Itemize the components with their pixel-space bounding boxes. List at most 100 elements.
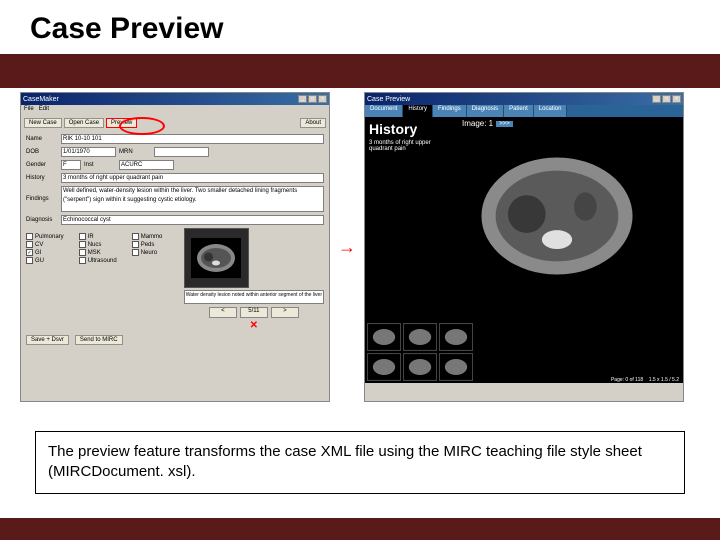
close-button[interactable]: × — [318, 95, 327, 103]
next-button[interactable]: >>> — [496, 121, 513, 127]
history-field[interactable]: 3 months of right upper quadrant pain — [61, 173, 324, 183]
caption-text: The preview feature transforms the case … — [48, 443, 642, 480]
minimize-button[interactable]: _ — [652, 95, 661, 103]
tab-document[interactable]: Document — [365, 105, 403, 117]
ct-scan-main — [462, 131, 652, 301]
check-grid: Pulmonary CV ✓GI GU IR Nucs MSK Ultrasou… — [26, 233, 181, 264]
menubar: File Edit — [21, 105, 329, 115]
name-field[interactable]: RIK 10-10 101 — [61, 134, 324, 144]
checkbox-mammo[interactable] — [132, 233, 139, 240]
dob-field[interactable]: 1/01/1970 — [61, 147, 116, 157]
checkbox-gi[interactable]: ✓ — [26, 249, 33, 256]
strip-thumb[interactable] — [367, 353, 401, 381]
check-col-2: IR Nucs MSK Ultrasound — [79, 233, 117, 264]
form-area: Name RIK 10-10 101 DOB 1/01/1970 MRN Gen… — [21, 131, 329, 348]
dob-label: DOB — [26, 149, 58, 155]
toolbar: New Case Open Case Preview About — [21, 115, 329, 131]
thumb-area: Pulmonary CV ✓GI GU IR Nucs MSK Ultrasou… — [26, 228, 324, 331]
check-label: GU — [35, 258, 44, 264]
strip-thumb[interactable] — [367, 323, 401, 351]
window-controls: _ □ × — [298, 95, 327, 103]
history-title: History — [369, 121, 456, 137]
diagnosis-field[interactable]: Echinococcal cyst — [61, 215, 324, 225]
slide-title: Case Preview — [0, 0, 720, 54]
ct-scan-icon — [191, 238, 241, 278]
inst-label: Inst — [84, 162, 116, 168]
check-label: IR — [88, 234, 94, 240]
tab-row: Document History Findings Diagnosis Pati… — [365, 105, 683, 117]
checkbox-ultrasound[interactable] — [79, 257, 86, 264]
menu-edit[interactable]: Edit — [39, 106, 49, 112]
preview-window: Case Preview _ □ × Document History Find… — [364, 92, 684, 402]
gender-label: Gender — [26, 162, 58, 168]
maximize-button[interactable]: □ — [308, 95, 317, 103]
gender-field[interactable]: F — [61, 160, 81, 170]
diagnosis-label: Diagnosis — [26, 217, 58, 223]
check-label: Mammo — [141, 234, 163, 240]
checkbox-neuro[interactable] — [132, 249, 139, 256]
right-titlebar: Case Preview _ □ × — [365, 93, 683, 105]
mrn-label: MRN — [119, 149, 151, 155]
check-label: Neuro — [141, 250, 157, 256]
history-column: History 3 months of right upper quadrant… — [365, 117, 460, 321]
tab-findings[interactable]: Findings — [433, 105, 467, 117]
new-case-button[interactable]: New Case — [24, 118, 62, 128]
strip-thumb[interactable] — [439, 353, 473, 381]
check-col-3: Mammo Peds Neuro — [132, 233, 163, 264]
strip-thumb[interactable] — [403, 353, 437, 381]
right-app-title: Case Preview — [367, 96, 410, 103]
image-counter: 5/11 — [240, 307, 268, 318]
send-mirc-button[interactable]: Send to MIRC — [75, 335, 123, 345]
thumbnail-strip — [365, 321, 480, 383]
tab-diagnosis[interactable]: Diagnosis — [467, 105, 504, 117]
check-label: Ultrasound — [88, 258, 117, 264]
main-area: CaseMaker _ □ × File Edit New Case Open … — [0, 88, 720, 406]
strip-thumb[interactable] — [439, 323, 473, 351]
strip-thumb[interactable] — [403, 323, 437, 351]
tab-location[interactable]: Location — [534, 105, 568, 117]
checkbox-nucs[interactable] — [79, 241, 86, 248]
checkbox-peds[interactable] — [132, 241, 139, 248]
check-label: MSK — [88, 250, 101, 256]
checkbox-ir[interactable] — [79, 233, 86, 240]
preview-body: History 3 months of right upper quadrant… — [365, 117, 683, 321]
left-titlebar: CaseMaker _ □ × — [21, 93, 329, 105]
findings-field[interactable]: Well defined, water-density lesion withi… — [61, 186, 324, 212]
history-text: 3 months of right upper quadrant pain — [369, 140, 456, 152]
left-app-title: CaseMaker — [23, 96, 59, 103]
minimize-button[interactable]: _ — [298, 95, 307, 103]
image-thumbnail[interactable] — [184, 228, 249, 288]
prev-image-button[interactable]: < — [209, 307, 237, 318]
caption-box: The preview feature transforms the case … — [35, 431, 685, 494]
tab-history[interactable]: History — [403, 105, 433, 117]
inst-field[interactable]: ACURC — [119, 160, 174, 170]
name-label: Name — [26, 136, 58, 142]
check-label: Peds — [141, 242, 155, 248]
checkbox-cv[interactable] — [26, 241, 33, 248]
checkbox-gu[interactable] — [26, 257, 33, 264]
check-label: GI — [35, 250, 41, 256]
maximize-button[interactable]: □ — [662, 95, 671, 103]
page-left: Page: 0 of 118 — [611, 377, 643, 383]
window-controls: _ □ × — [652, 95, 681, 103]
footer-band — [0, 518, 720, 540]
save-button[interactable]: Save + Dsvr — [26, 335, 69, 345]
check-label: CV — [35, 242, 43, 248]
menu-file[interactable]: File — [24, 106, 34, 112]
checkbox-msk[interactable] — [79, 249, 86, 256]
close-button[interactable]: × — [672, 95, 681, 103]
page-info: Page: 0 of 118 1.5 x 1.5 / 5.2 — [480, 377, 683, 383]
casemaker-window: CaseMaker _ □ × File Edit New Case Open … — [20, 92, 330, 402]
image-note[interactable]: Water density lesion noted within anteri… — [184, 290, 324, 304]
check-label: Pulmonary — [35, 234, 64, 240]
mrn-field[interactable] — [154, 147, 209, 157]
image-label: Image: 1 — [462, 119, 493, 128]
about-button[interactable]: About — [300, 118, 326, 128]
open-case-button[interactable]: Open Case — [64, 118, 104, 128]
checkbox-pulmonary[interactable] — [26, 233, 33, 240]
next-image-button[interactable]: > — [271, 307, 299, 318]
history-label: History — [26, 175, 58, 181]
delete-icon[interactable]: ✕ — [250, 320, 258, 331]
preview-content: Document History Findings Diagnosis Pati… — [365, 105, 683, 383]
tab-patient[interactable]: Patient — [504, 105, 534, 117]
